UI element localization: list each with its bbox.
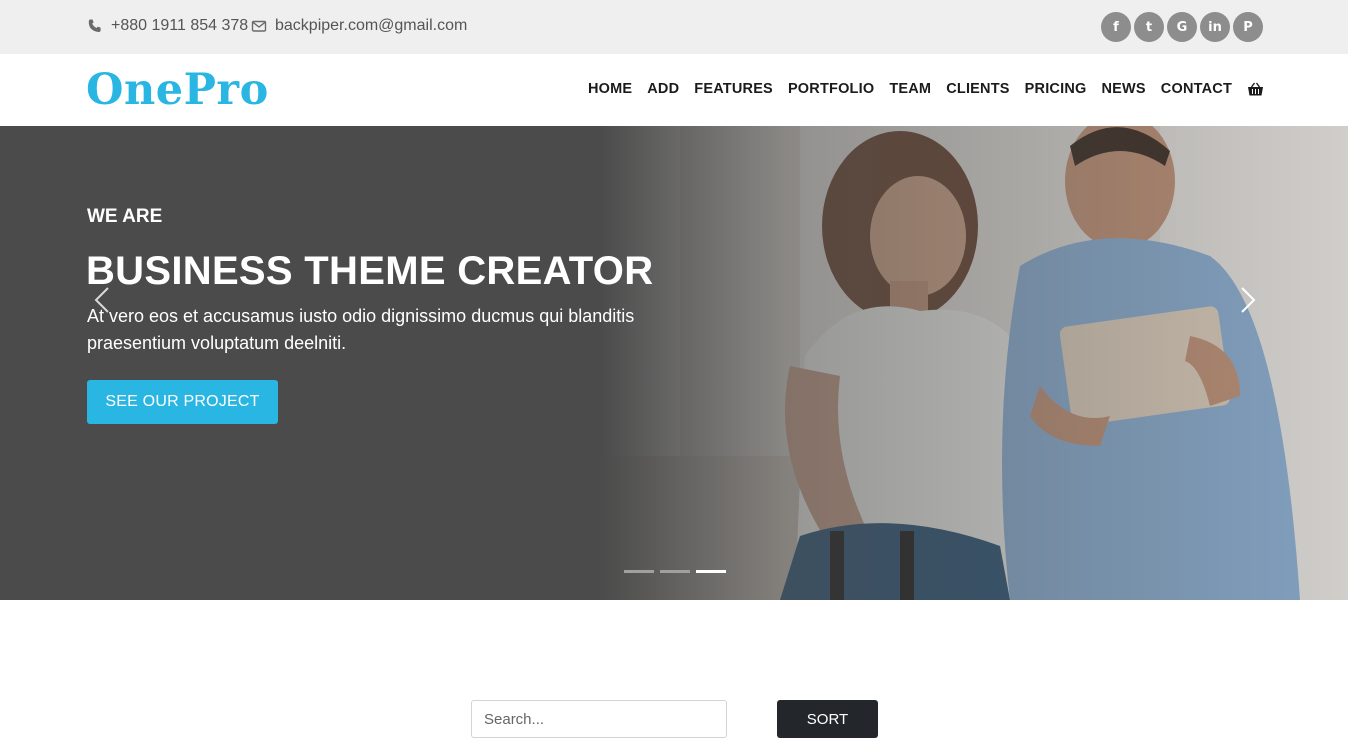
email-address[interactable]: backpiper.com@gmail.com [275,17,467,35]
pinterest-icon[interactable]: P [1233,12,1263,42]
hero-title: BUSINESS THEME CREATOR [86,249,654,293]
nav-item-news[interactable]: NEWS [1101,81,1145,97]
envelope-icon [251,20,267,32]
nav-menu: HOME ADD FEATURES PORTFOLIO TEAM CLIENTS… [588,81,1264,97]
twitter-icon[interactable]: t [1134,12,1164,42]
email-contact[interactable]: backpiper.com@gmail.com [251,17,467,35]
nav-item-pricing[interactable]: PRICING [1025,81,1087,97]
nav-item-portfolio[interactable]: PORTFOLIO [788,81,874,97]
hero-photo [600,126,1348,600]
nav-item-clients[interactable]: CLIENTS [946,81,1009,97]
facebook-icon[interactable]: f [1101,12,1131,42]
social-links: f t G in P [1101,12,1263,42]
sort-button[interactable]: SORT [777,700,878,738]
slide-indicator-3[interactable] [696,570,726,573]
hero-slider: WE ARE BUSINESS THEME CREATOR At vero eo… [0,126,1348,600]
site-logo[interactable]: OnePro [86,65,269,115]
basket-icon[interactable] [1247,82,1264,97]
see-our-project-button[interactable]: SEE OUR PROJECT [87,380,278,424]
search-input[interactable] [471,700,727,738]
chevron-left-icon[interactable] [92,286,112,314]
slider-indicators [624,570,726,573]
slide-indicator-1[interactable] [624,570,654,573]
top-contact-bar: +880 1911 854 378 backpiper.com@gmail.co… [0,0,1348,54]
linkedin-icon[interactable]: in [1200,12,1230,42]
google-icon[interactable]: G [1167,12,1197,42]
phone-contact: +880 1911 854 378 [87,17,248,35]
nav-item-contact[interactable]: CONTACT [1161,81,1232,97]
phone-number: +880 1911 854 378 [111,17,249,34]
hero-description: At vero eos et accusamus iusto odio dign… [87,306,635,353]
hero-eyebrow: WE ARE [87,206,163,227]
chevron-right-icon[interactable] [1238,286,1258,314]
nav-item-add[interactable]: ADD [647,81,679,97]
slide-indicator-2[interactable] [660,570,690,573]
nav-item-team[interactable]: TEAM [889,81,931,97]
phone-icon [88,19,101,32]
nav-item-home[interactable]: HOME [588,81,632,97]
main-navbar: OnePro HOME ADD FEATURES PORTFOLIO TEAM … [0,54,1348,126]
nav-item-features[interactable]: FEATURES [694,81,773,97]
